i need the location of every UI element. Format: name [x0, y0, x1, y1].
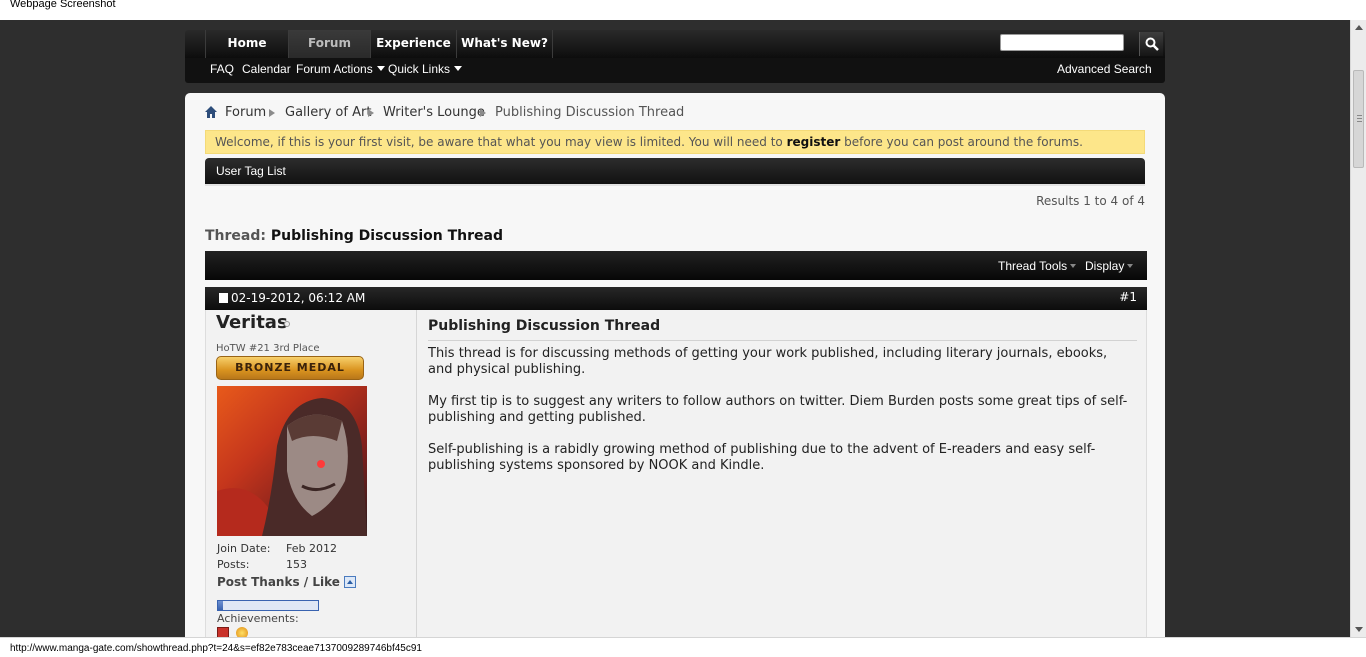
register-link[interactable]: register — [787, 135, 841, 149]
breadcrumb-current: Publishing Discussion Thread — [495, 105, 685, 120]
window-titlebar: Webpage Screenshot — [0, 0, 1366, 20]
achievements-label: Achievements: — [217, 612, 299, 625]
tab-forum[interactable]: Forum — [288, 30, 370, 58]
sub-navbar: FAQ Calendar Forum Actions Quick Links A… — [185, 58, 1165, 83]
page-viewport: Home Forum Experience What's New? FAQ Ca… — [0, 20, 1350, 637]
user-tag-list-label: User Tag List — [216, 164, 286, 178]
caret-down-icon — [454, 66, 463, 71]
avatar[interactable] — [217, 386, 367, 536]
search-icon — [1145, 37, 1159, 51]
achievement-icon[interactable] — [235, 627, 248, 637]
display-label: Display — [1085, 259, 1125, 273]
post-paragraph: My first tip is to suggest any writers t… — [428, 394, 1128, 425]
posts-label: Posts: — [217, 558, 250, 571]
caret-down-icon — [376, 66, 385, 71]
thread-tools-label: Thread Tools — [998, 259, 1068, 273]
breadcrumb-gallery-of-art[interactable]: Gallery of Art — [285, 105, 371, 120]
thread-title-text: Publishing Discussion Thread — [270, 228, 503, 244]
post-userinfo: Veritas HoTW #21 3rd Place BRONZE MEDAL — [206, 310, 417, 637]
user-tag-list-bar[interactable]: User Tag List — [205, 158, 1145, 186]
results-count: Results 1 to 4 of 4 — [1036, 194, 1145, 208]
subnav-quick-links-label: Quick Links — [388, 62, 451, 76]
thread-tools-menu[interactable]: Thread Tools — [998, 259, 1077, 273]
post-date: 02-19-2012, 06:12 AM — [231, 291, 366, 305]
window-title: Webpage Screenshot — [10, 0, 116, 10]
post-thanks-label: Post Thanks / Like — [217, 575, 340, 589]
online-status-icon — [284, 321, 290, 327]
home-icon[interactable] — [205, 106, 217, 118]
username-link[interactable]: Veritas — [216, 312, 288, 333]
post-header: 02-19-2012, 06:12 AM #1 — [205, 287, 1147, 310]
content-panel: Forum Gallery of Art Writer's Lounge Pub… — [185, 93, 1165, 637]
status-url: http://www.manga-gate.com/showthread.php… — [10, 643, 422, 654]
breadcrumb-writers-lounge[interactable]: Writer's Lounge — [383, 105, 485, 120]
document-icon — [219, 293, 228, 303]
scroll-down-icon[interactable] — [1355, 627, 1363, 632]
user-title: HoTW #21 3rd Place — [216, 343, 320, 354]
breadcrumb-arrow-icon — [480, 109, 486, 117]
tab-experience[interactable]: Experience — [370, 30, 456, 58]
notice-text-before: Welcome, if this is your first visit, be… — [215, 135, 787, 149]
subnav-forum-actions[interactable]: Forum Actions — [296, 62, 385, 76]
post-title: Publishing Discussion Thread — [428, 318, 1137, 341]
main-navbar: Home Forum Experience What's New? — [185, 30, 1165, 58]
user-meta: Join Date: Feb 2012 Posts: 153 — [217, 542, 337, 574]
post-number-link[interactable]: #1 — [1119, 290, 1137, 304]
breadcrumb-arrow-icon — [269, 109, 275, 117]
welcome-notice: Welcome, if this is your first visit, be… — [205, 130, 1145, 154]
post-paragraph: Self-publishing is a rabidly growing met… — [428, 442, 1096, 473]
subnav-calendar[interactable]: Calendar — [242, 62, 291, 76]
post-paragraph: This thread is for discussing methods of… — [428, 346, 1108, 377]
status-bar: http://www.manga-gate.com/showthread.php… — [0, 637, 1366, 657]
posts-value: 153 — [286, 558, 307, 571]
achievement-icons — [217, 627, 251, 637]
scrollbar-thumb[interactable] — [1353, 70, 1364, 168]
search-button[interactable] — [1139, 32, 1163, 56]
caret-down-icon — [1070, 264, 1077, 268]
thread-toolbar: Thread Tools Display — [205, 251, 1147, 280]
post-body: Veritas HoTW #21 3rd Place BRONZE MEDAL — [205, 310, 1147, 637]
subnav-faq[interactable]: FAQ — [210, 62, 234, 76]
thanks-progress-fill — [218, 601, 223, 610]
display-menu[interactable]: Display — [1085, 259, 1134, 273]
join-date-value: Feb 2012 — [286, 542, 337, 555]
thanks-progress-bar — [217, 600, 319, 611]
thread-title-prefix: Thread: — [205, 228, 266, 244]
achievement-icon[interactable] — [217, 627, 229, 637]
avatar-image — [217, 398, 367, 536]
subnav-forum-actions-label: Forum Actions — [296, 62, 373, 76]
thread-title: Thread: Publishing Discussion Thread — [205, 228, 503, 244]
tab-home[interactable]: Home — [205, 30, 288, 58]
tab-whats-new[interactable]: What's New? — [456, 30, 553, 58]
post-thanks-like: Post Thanks / Like — [217, 575, 356, 589]
caret-down-icon — [1127, 264, 1134, 268]
breadcrumb-arrow-icon — [368, 109, 374, 117]
advanced-search-link[interactable]: Advanced Search — [1057, 62, 1152, 76]
expand-toggle-icon[interactable] — [343, 576, 356, 588]
bronze-medal-badge: BRONZE MEDAL — [216, 356, 364, 380]
vertical-scrollbar[interactable] — [1350, 20, 1366, 637]
breadcrumb-forum[interactable]: Forum — [225, 105, 266, 120]
search-input[interactable] — [1000, 34, 1124, 51]
scroll-up-icon[interactable] — [1355, 25, 1363, 30]
subnav-quick-links[interactable]: Quick Links — [388, 62, 463, 76]
join-date-label: Join Date: — [217, 542, 271, 555]
notice-text-after: before you can post around the forums. — [840, 135, 1083, 149]
